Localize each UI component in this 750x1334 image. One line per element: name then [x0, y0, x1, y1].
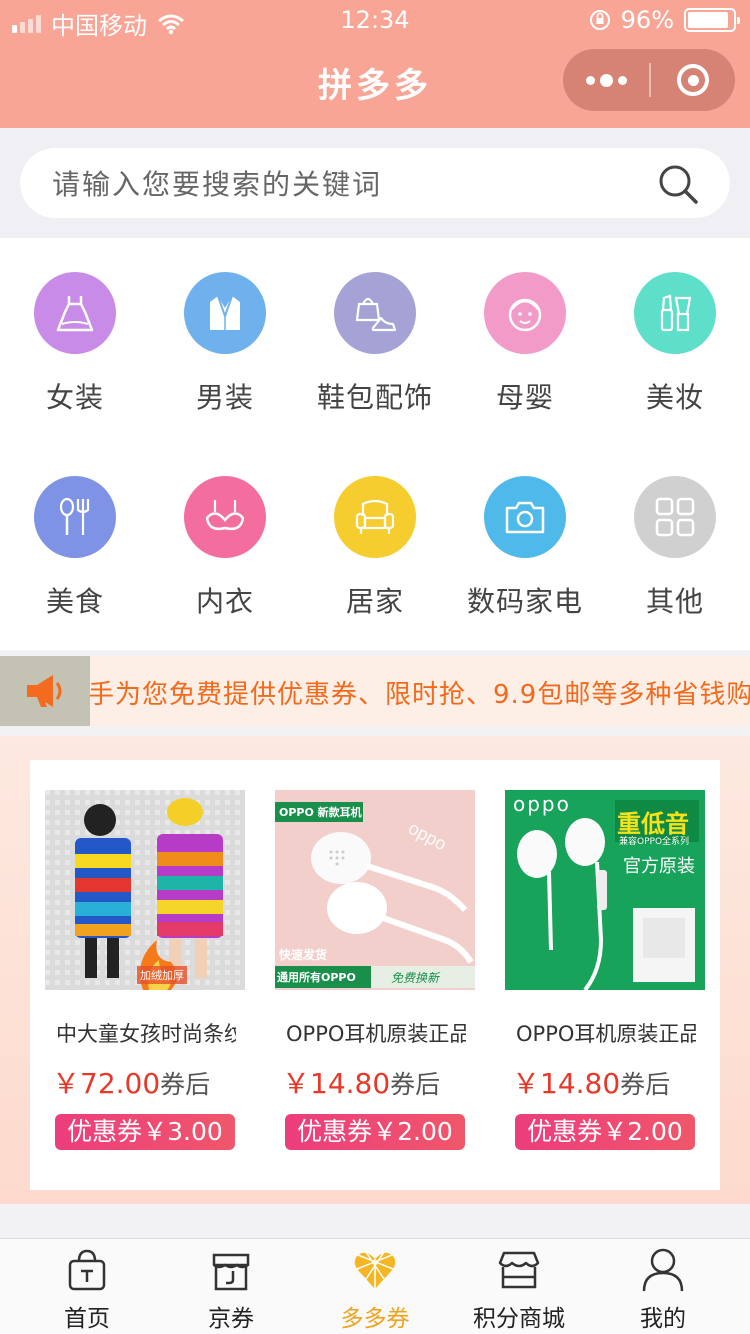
product-name[interactable]: 中大童女孩时尚条纹毛衣	[56, 1018, 236, 1048]
heart-coupon-icon	[354, 1251, 396, 1289]
more-dots-icon	[585, 75, 595, 85]
product-image-brand: oppo	[513, 792, 571, 816]
home-bag-icon	[68, 1249, 106, 1291]
search-placeholder: 请输入您要搜索的关键词	[52, 168, 383, 201]
category-label: 居家	[345, 585, 404, 618]
category-cosmetics[interactable]: 美妆	[600, 238, 750, 418]
tab-label: 京券	[208, 1306, 254, 1332]
price-suffix: 券后	[620, 1070, 671, 1099]
baby-icon	[484, 272, 566, 354]
price-value: ￥14.80	[282, 1067, 391, 1100]
megaphone-icon	[0, 656, 90, 726]
product-price: ￥14.80券后	[512, 1062, 700, 1102]
product-image[interactable]: oppo 重低音 兼容OPPO全系列 官方原装	[505, 790, 705, 990]
tab-label: 多多券	[340, 1306, 410, 1332]
tab-label: 我的	[640, 1306, 686, 1332]
notice-bar[interactable]: 手为您免费提供优惠券、限时抢、9.9包邮等多种省钱购	[0, 656, 750, 726]
tab-bar: 首页 京券 多多券 积分商城 我的	[0, 1238, 750, 1334]
grid-icon	[634, 476, 716, 558]
coupon-button[interactable]: 优惠券￥2.00	[285, 1114, 465, 1150]
category-shoes-bags[interactable]: 鞋包配饰	[300, 238, 450, 418]
product-image-tag: 快速发货	[279, 948, 328, 962]
product-image-tag: 免费换新	[391, 971, 440, 985]
category-label: 鞋包配饰	[316, 381, 433, 414]
dress-icon	[34, 272, 116, 354]
mini-program-capsule	[563, 49, 735, 111]
shop-icon	[498, 1251, 540, 1289]
product-image[interactable]: oppo OPPO 新款耳机 快速发货 通用所有OPPO 免费换新	[275, 790, 475, 990]
product-image-tag: 兼容OPPO全系列	[619, 837, 690, 847]
category-women[interactable]: 女装	[0, 238, 150, 418]
product-price: ￥14.80券后	[282, 1062, 470, 1102]
tab-label: 首页	[64, 1306, 110, 1332]
top-bar: 中国移动 12:34 96% 拼多多	[0, 0, 750, 128]
product-image-tag: 通用所有OPPO	[277, 971, 356, 984]
camera-icon	[484, 476, 566, 558]
category-other[interactable]: 其他	[600, 442, 750, 622]
product-card[interactable]: 加绒加厚 中大童女孩时尚条纹毛衣 ￥72.00券后 优惠券￥3.00	[30, 790, 245, 1150]
category-label: 数码家电	[466, 585, 583, 618]
price-value: ￥72.00	[52, 1067, 161, 1100]
coupon-button[interactable]: 优惠券￥3.00	[55, 1114, 235, 1150]
category-digital[interactable]: 数码家电	[450, 442, 600, 622]
close-mini-program-button[interactable]	[651, 49, 735, 111]
cutlery-icon	[34, 476, 116, 558]
search-input[interactable]: 请输入您要搜索的关键词	[20, 148, 730, 218]
product-name[interactable]: OPPO耳机原装正品入耳式	[286, 1018, 466, 1048]
search-icon[interactable]	[656, 162, 700, 206]
product-image-tag: OPPO 新款耳机	[279, 806, 362, 819]
category-label: 美妆	[645, 381, 704, 414]
price-value: ￥14.80	[512, 1067, 621, 1100]
battery-icon	[684, 8, 740, 32]
tab-jd-coupon[interactable]: 京券	[156, 1239, 306, 1334]
search-area: 请输入您要搜索的关键词	[0, 128, 750, 238]
category-home[interactable]: 居家	[300, 442, 450, 622]
suit-icon	[184, 272, 266, 354]
price-suffix: 券后	[160, 1070, 211, 1099]
status-bar: 中国移动 12:34 96%	[0, 0, 750, 40]
target-icon	[677, 64, 709, 96]
product-card[interactable]: oppo 重低音 兼容OPPO全系列 官方原装 OPPO耳机原装正品R9 ￥14…	[490, 790, 705, 1150]
tab-label: 积分商城	[473, 1306, 565, 1332]
category-baby[interactable]: 母婴	[450, 238, 600, 418]
tab-points-mall[interactable]: 积分商城	[444, 1239, 594, 1334]
product-name[interactable]: OPPO耳机原装正品R9	[516, 1018, 696, 1048]
category-label: 母婴	[495, 381, 554, 414]
category-label: 内衣	[195, 585, 254, 618]
rotation-lock-icon	[589, 10, 610, 30]
user-icon	[642, 1248, 684, 1292]
category-label: 其他	[645, 585, 704, 618]
category-grid: 女装 男装 鞋包配饰 母婴 美妆 美食 内衣 居家 数码家电 其他	[0, 238, 750, 650]
category-men[interactable]: 男装	[150, 238, 300, 418]
status-right: 96%	[589, 6, 740, 34]
tab-mine[interactable]: 我的	[588, 1239, 738, 1334]
category-underwear[interactable]: 内衣	[150, 442, 300, 622]
armchair-icon	[334, 476, 416, 558]
product-carousel: 加绒加厚 中大童女孩时尚条纹毛衣 ￥72.00券后 优惠券￥3.00 oppo	[30, 760, 720, 1190]
bra-icon	[184, 476, 266, 558]
jd-store-icon	[212, 1253, 250, 1291]
tab-duoduo-coupon[interactable]: 多多券	[300, 1239, 450, 1334]
tab-home[interactable]: 首页	[12, 1239, 162, 1334]
cosmetics-icon	[634, 272, 716, 354]
coupon-button[interactable]: 优惠券￥2.00	[515, 1114, 695, 1150]
category-food[interactable]: 美食	[0, 442, 150, 622]
category-label: 女装	[45, 381, 104, 414]
product-price: ￥72.00券后	[52, 1062, 240, 1102]
product-section: 加绒加厚 中大童女孩时尚条纹毛衣 ￥72.00券后 优惠券￥3.00 oppo	[0, 736, 750, 1204]
price-suffix: 券后	[390, 1070, 441, 1099]
more-button[interactable]	[563, 49, 649, 111]
product-image[interactable]: 加绒加厚	[45, 790, 245, 990]
shoe-bag-icon	[334, 272, 416, 354]
battery-percent: 96%	[620, 6, 674, 34]
product-image-tag: 加绒加厚	[137, 966, 187, 984]
product-card[interactable]: oppo OPPO 新款耳机 快速发货 通用所有OPPO 免费换新 OPPO耳机…	[260, 790, 475, 1150]
category-label: 男装	[195, 381, 254, 414]
product-image-tag: 官方原装	[623, 856, 695, 877]
category-label: 美食	[45, 585, 104, 618]
notice-text: 手为您免费提供优惠券、限时抢、9.9包邮等多种省钱购	[88, 680, 750, 710]
